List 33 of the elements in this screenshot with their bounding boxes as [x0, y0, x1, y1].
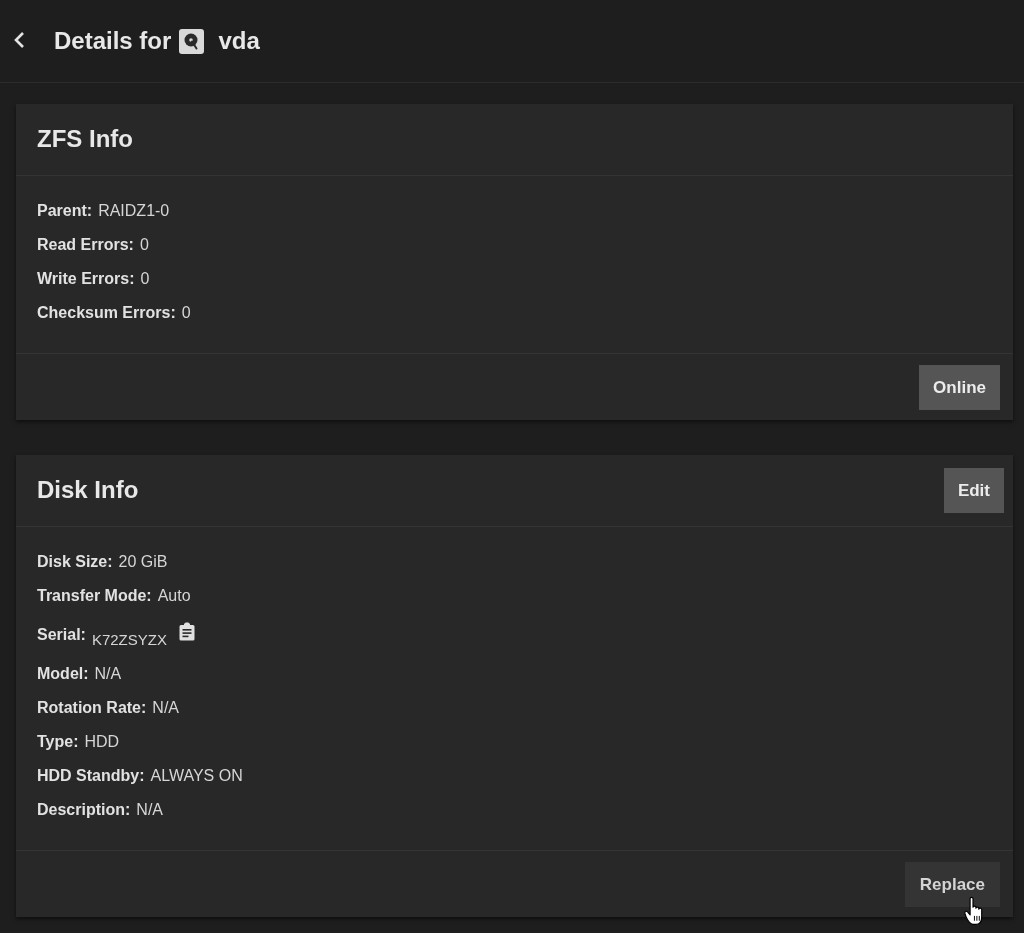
- back-button[interactable]: [12, 31, 26, 49]
- field-value: ALWAYS ON: [150, 766, 243, 786]
- edit-button[interactable]: Edit: [943, 468, 1004, 513]
- card-title: ZFS Info: [37, 126, 133, 153]
- field-value: N/A: [136, 800, 163, 820]
- field-value: RAIDZ1-0: [98, 201, 170, 221]
- field-label: Checksum Errors:: [37, 303, 176, 323]
- field-label: Parent:: [37, 201, 93, 221]
- field-value: 20 GiB: [118, 552, 168, 572]
- field-value: HDD: [84, 732, 120, 752]
- field-value: 0: [181, 303, 191, 323]
- field-label: Write Errors:: [37, 269, 135, 289]
- field-label: Model:: [37, 664, 89, 684]
- field-label: Type:: [37, 732, 79, 752]
- field-label: Serial:: [37, 625, 86, 645]
- field-label: Description:: [37, 800, 131, 820]
- action-button[interactable]: Replace: [904, 862, 1000, 907]
- field-value: Auto: [157, 586, 191, 606]
- field-value: N/A: [94, 664, 122, 684]
- device-name: vda: [218, 29, 260, 53]
- field-value: 0: [139, 235, 149, 255]
- page-title: Details for: [54, 29, 172, 53]
- action-button[interactable]: Online: [919, 365, 1000, 410]
- field-value: K72ZSYZX: [91, 629, 167, 650]
- field-label: Rotation Rate:: [37, 698, 147, 718]
- field-label: Transfer Mode:: [37, 586, 152, 606]
- field-value: 0: [140, 269, 150, 289]
- field-label: HDD Standby:: [37, 766, 145, 786]
- clipboard-icon[interactable]: [178, 621, 195, 641]
- field-label: Disk Size:: [37, 552, 113, 572]
- field-label: Read Errors:: [37, 235, 134, 255]
- field-value: N/A: [152, 698, 179, 718]
- card-title: Disk Info: [37, 477, 139, 504]
